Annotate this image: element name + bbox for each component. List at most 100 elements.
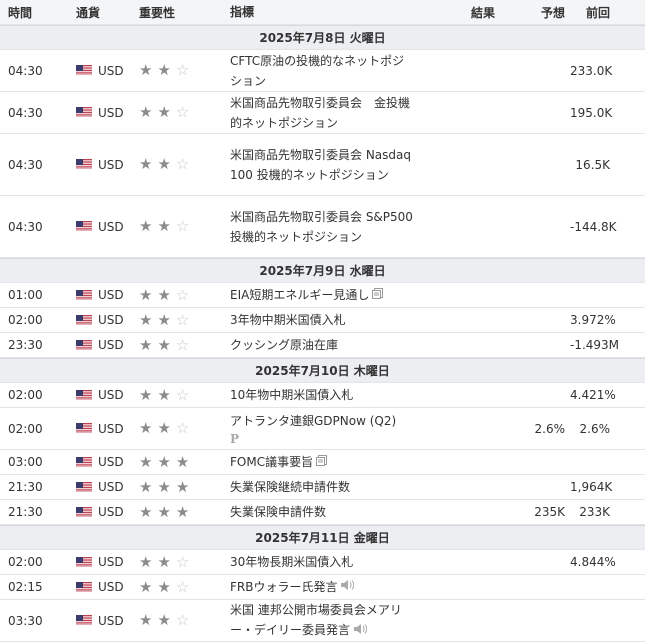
event-time: 03:00 (8, 455, 43, 469)
table-row[interactable]: 21:30 USD ★ ★ ★ 失業保険継続申請件数 1,964K (0, 475, 645, 500)
indicator-label[interactable]: 30年物長期米国債入札 (230, 555, 353, 569)
table-row[interactable]: 01:00 USD ★ ★ ☆ EIA短期エネルギー見通し (0, 283, 645, 308)
indicator-label[interactable]: 米国 連邦公開市場委員会メアリー・デイリー委員発言 (230, 603, 402, 637)
table-row[interactable]: 02:00 USD ★ ★ ☆ 30年物長期米国債入札 4.844% (0, 550, 645, 575)
currency-code: USD (98, 338, 124, 352)
star-empty-icon: ☆ (175, 103, 190, 121)
event-indicator[interactable]: 失業保険継続申請件数 (225, 477, 415, 497)
table-row[interactable]: 02:00 USD ★ ★ ☆ 3年物中期米国債入札 3.972% (0, 308, 645, 333)
event-indicator[interactable]: 10年物中期米国債入札 (225, 385, 415, 405)
importance-stars: ★ ★ ☆ (136, 421, 225, 436)
preliminary-icon: P (230, 431, 240, 446)
event-time: 01:00 (8, 288, 43, 302)
indicator-label[interactable]: FRBウォラー氏発言 (230, 580, 337, 594)
header-importance[interactable]: 重要性 (136, 4, 225, 21)
header-previous[interactable]: 前回 (570, 4, 645, 21)
event-currency: USD (70, 106, 136, 120)
event-currency: USD (70, 158, 136, 172)
star-filled-icon: ★ (139, 310, 153, 329)
table-row[interactable]: 23:30 USD ★ ★ ☆ クッシング原油在庫 -1.493M (0, 333, 645, 358)
speaker-icon (353, 621, 368, 641)
importance-stars: ★ ★ ★ (136, 452, 225, 471)
currency-code: USD (98, 63, 124, 78)
indicator-label[interactable]: クッシング原油在庫 (230, 338, 338, 352)
event-currency: USD (70, 455, 136, 469)
table-row[interactable]: 04:30 USD ★ ★ ☆ 米国商品先物取引委員会 S&P500 投機的ネットポジショ… (0, 196, 645, 258)
currency-code: USD (98, 480, 124, 494)
event-previous: 233K (579, 505, 610, 519)
event-currency: USD (70, 480, 136, 494)
event-indicator[interactable]: FRBウォラー氏発言 (225, 577, 415, 598)
star-filled-icon: ★ (157, 452, 171, 471)
header-actual[interactable]: 結果 (415, 4, 500, 21)
speaker-icon (340, 577, 355, 597)
event-previous: 233.0K (570, 63, 613, 78)
currency-code: USD (98, 313, 124, 327)
event-indicator[interactable]: 30年物長期米国債入札 (225, 552, 415, 572)
table-row[interactable]: 02:00 USD ★ ★ ☆ アトランタ連銀GDPNow (Q2) P 2.6% 2.6% (0, 408, 645, 450)
star-filled-icon: ★ (157, 477, 171, 496)
currency-code: USD (98, 505, 124, 519)
star-empty-icon: ☆ (175, 385, 190, 404)
indicator-label[interactable]: 米国商品先物取引委員会 Nasdaq 100 投機的ネットポジション (230, 148, 411, 182)
event-indicator[interactable]: 3年物中期米国債入札 (225, 310, 415, 330)
event-indicator[interactable]: 米国 連邦公開市場委員会メアリー・デイリー委員発言 (225, 600, 415, 641)
currency-code: USD (98, 555, 124, 569)
currency-code: USD (98, 105, 124, 120)
event-indicator[interactable]: クッシング原油在庫 (225, 335, 415, 355)
event-previous: 195.0K (570, 105, 613, 120)
currency-code: USD (98, 580, 124, 594)
header-forecast[interactable]: 予想 (500, 4, 570, 21)
event-indicator[interactable]: EIA短期エネルギー見通し (225, 285, 415, 306)
star-filled-icon: ★ (139, 285, 153, 304)
event-time: 02:00 (8, 313, 43, 327)
table-row[interactable]: 02:15 USD ★ ★ ☆ FRBウォラー氏発言 (0, 575, 645, 600)
table-row[interactable]: 04:30 USD ★ ★ ☆ 米国商品先物取引委員会 金投機的ネットポジション 195.0… (0, 92, 645, 134)
star-empty-icon: ☆ (175, 285, 190, 304)
event-indicator[interactable]: 米国商品先物取引委員会 金投機的ネットポジション (225, 93, 415, 133)
table-row[interactable]: 21:30 USD ★ ★ ★ 失業保険申請件数 235K 233K (0, 500, 645, 525)
star-filled-icon: ★ (157, 310, 171, 329)
currency-code: USD (98, 613, 124, 628)
indicator-label[interactable]: アトランタ連銀GDPNow (Q2) (230, 414, 396, 428)
event-indicator[interactable]: 米国商品先物取引委員会 Nasdaq 100 投機的ネットポジション (225, 145, 415, 185)
indicator-label[interactable]: FOMC議事要旨 (230, 455, 313, 469)
indicator-label[interactable]: 失業保険申請件数 (230, 505, 326, 519)
star-empty-icon: ☆ (175, 419, 190, 437)
indicator-label[interactable]: 失業保険継続申請件数 (230, 480, 350, 494)
star-filled-icon: ★ (139, 335, 153, 354)
event-indicator[interactable]: FOMC議事要旨 (225, 452, 415, 473)
event-indicator[interactable]: アトランタ連銀GDPNow (Q2) P (225, 411, 415, 447)
event-indicator[interactable]: 失業保険申請件数 (225, 502, 415, 522)
indicator-label[interactable]: 3年物中期米国債入札 (230, 313, 346, 327)
indicator-label[interactable]: 米国商品先物取引委員会 S&P500 投機的ネットポジション (230, 210, 425, 244)
us-flag-icon (76, 314, 92, 326)
header-time[interactable]: 時間 (0, 4, 70, 21)
indicator-label[interactable]: 10年物中期米国債入札 (230, 388, 353, 402)
star-filled-icon: ★ (175, 477, 190, 496)
importance-stars: ★ ★ ☆ (136, 63, 225, 78)
header-currency[interactable]: 通貨 (70, 4, 136, 21)
event-indicator[interactable]: CFTC原油の投機的なネットポジション (225, 51, 415, 91)
table-row[interactable]: 03:30 USD ★ ★ ☆ 米国 連邦公開市場委員会メアリー・デイリー委員発言 (0, 600, 645, 642)
economic-calendar: 時間 通貨 重要性 指標 結果 予想 前回 2025年7月8日 火曜日 04:30… (0, 0, 645, 642)
star-filled-icon: ★ (157, 385, 171, 404)
indicator-label[interactable]: CFTC原油の投機的なネットポジション (230, 54, 404, 88)
table-row[interactable]: 02:00 USD ★ ★ ☆ 10年物中期米国債入札 4.421% (0, 383, 645, 408)
document-icon (372, 285, 384, 305)
event-currency: USD (70, 614, 136, 628)
table-row[interactable]: 04:30 USD ★ ★ ☆ 米国商品先物取引委員会 Nasdaq 100 投機的ネット… (0, 134, 645, 196)
us-flag-icon (76, 221, 92, 232)
header-indicator[interactable]: 指標 (225, 2, 415, 22)
star-filled-icon: ★ (139, 217, 153, 235)
event-indicator[interactable]: 米国商品先物取引委員会 S&P500 投機的ネットポジション (225, 207, 425, 247)
star-filled-icon: ★ (139, 385, 153, 404)
indicator-label[interactable]: 米国商品先物取引委員会 金投機的ネットポジション (230, 96, 410, 130)
indicator-label[interactable]: EIA短期エネルギー見通し (230, 288, 369, 302)
event-previous: 1,964K (570, 480, 613, 494)
table-row[interactable]: 04:30 USD ★ ★ ☆ CFTC原油の投機的なネットポジション 233.0K (0, 50, 645, 92)
event-time: 23:30 (8, 338, 43, 352)
us-flag-icon (76, 615, 92, 626)
day-header: 2025年7月11日 金曜日 (0, 525, 645, 550)
table-row[interactable]: 03:00 USD ★ ★ ★ FOMC議事要旨 (0, 450, 645, 475)
